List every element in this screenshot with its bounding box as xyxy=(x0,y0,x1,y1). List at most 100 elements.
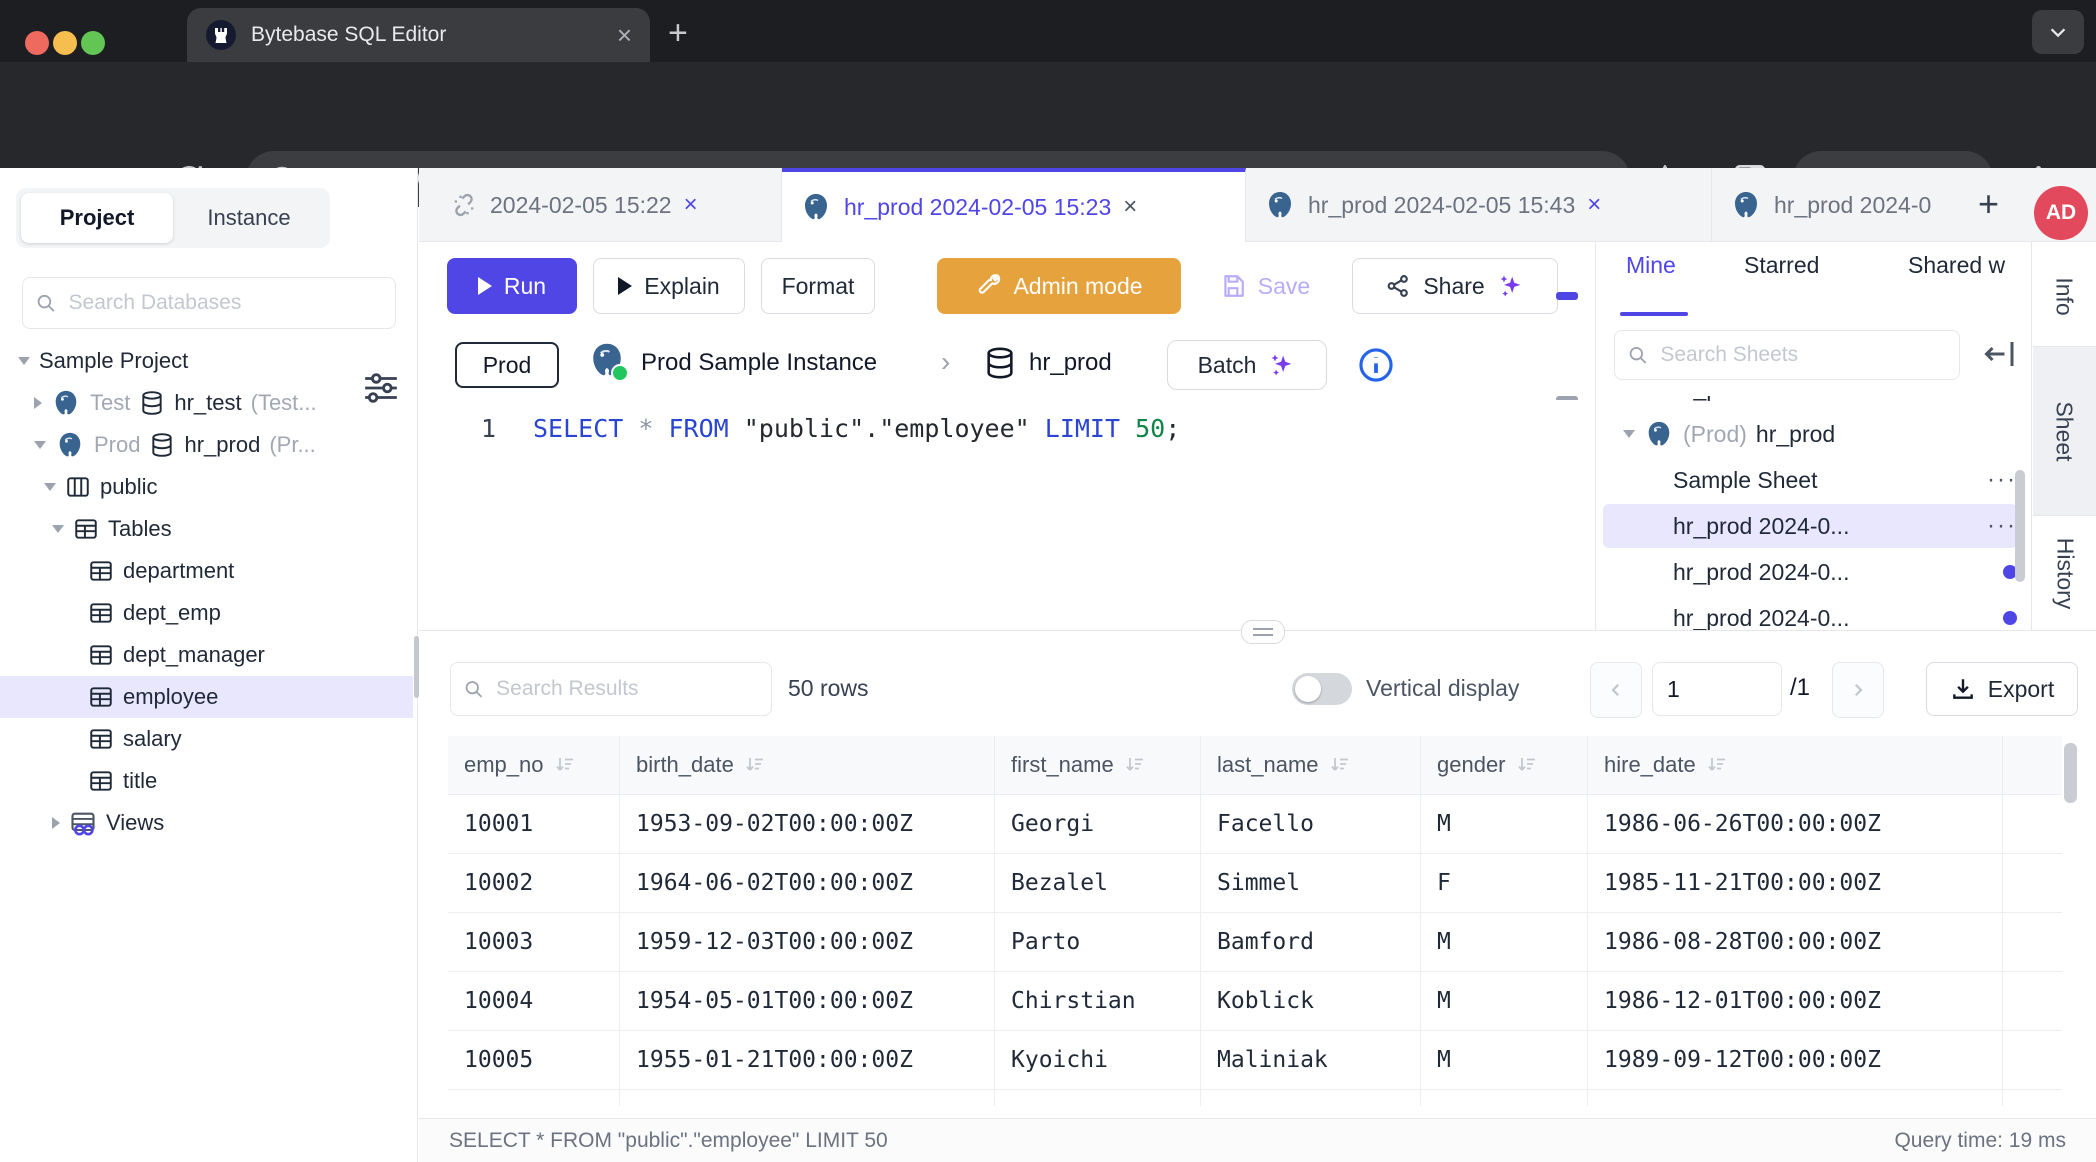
column-header-hire_date[interactable]: hire_date xyxy=(1588,736,2003,794)
sheet-tab-3[interactable]: hr_prod 2024-02-05 15:43 × xyxy=(1246,168,1712,242)
sort-icon[interactable] xyxy=(1124,754,1146,776)
export-button[interactable]: Export xyxy=(1926,662,2078,716)
window-minimize-button[interactable] xyxy=(53,31,77,55)
environment-chip[interactable]: Prod xyxy=(455,342,559,388)
column-header-gender[interactable]: gender xyxy=(1421,736,1588,794)
caret-down-icon[interactable] xyxy=(1623,430,1635,438)
browser-tab-close-icon[interactable]: × xyxy=(617,22,632,48)
instance-name[interactable]: Prod Sample Instance xyxy=(641,349,877,377)
caret-down-icon[interactable] xyxy=(44,483,56,491)
sql-editor[interactable]: 1 SELECT * FROM "public"."employee" LIMI… xyxy=(419,400,1595,630)
next-page-button[interactable] xyxy=(1832,662,1884,718)
tab-starred[interactable]: Starred xyxy=(1744,252,1819,279)
sheet-tab-4-clipped[interactable]: hr_prod 2024-0 xyxy=(1712,168,1968,242)
table-row[interactable]: 100051955-01-21T00:00:00ZKyoichiMaliniak… xyxy=(448,1031,2062,1090)
tree-item-hr-prod[interactable]: Prod hr_prod (Pr... xyxy=(0,424,413,466)
save-button[interactable]: Save xyxy=(1209,262,1321,310)
caret-down-icon[interactable] xyxy=(34,441,46,449)
vertical-display-toggle[interactable] xyxy=(1292,673,1352,705)
collapse-panel-icon[interactable] xyxy=(1982,336,2018,372)
search-results-input[interactable] xyxy=(494,676,759,702)
tree-item-table-salary[interactable]: salary xyxy=(0,718,413,760)
sort-icon[interactable] xyxy=(1706,754,1728,776)
search-sheets-field[interactable] xyxy=(1614,330,1960,380)
table-row[interactable]: 100021964-06-02T00:00:00ZBezalelSimmelF1… xyxy=(448,854,2062,913)
tree-item-table-department[interactable]: department xyxy=(0,550,413,592)
explain-button[interactable]: Explain xyxy=(593,258,745,314)
batch-button[interactable]: Batch xyxy=(1167,340,1327,390)
search-databases-field[interactable] xyxy=(22,277,396,329)
sheet-item-sample-sheet[interactable]: Sample Sheet ··· xyxy=(1603,458,2017,502)
run-button[interactable]: Run xyxy=(447,258,577,314)
window-close-button[interactable] xyxy=(25,31,49,55)
sheet-group-hr-prod[interactable]: (Prod) hr_prod xyxy=(1603,412,2017,456)
side-tab-info[interactable]: Info xyxy=(2033,246,2096,346)
close-tab-icon[interactable]: × xyxy=(1587,191,1601,219)
table-row[interactable]: 100011953-09-02T00:00:00ZGeorgiFacelloM1… xyxy=(448,795,2062,854)
tree-item-sample-project[interactable]: Sample Project xyxy=(0,340,413,382)
postgresql-icon xyxy=(1644,419,1674,449)
panel-splitter-handle[interactable] xyxy=(1241,620,1285,644)
tree-item-table-dept-manager[interactable]: dept_manager xyxy=(0,634,413,676)
sort-icon[interactable] xyxy=(744,754,766,776)
user-avatar[interactable]: AD xyxy=(2034,186,2088,240)
page-number-input[interactable] xyxy=(1665,675,1769,704)
database-name[interactable]: hr_prod xyxy=(1029,349,1112,377)
admin-mode-button[interactable]: Admin mode xyxy=(937,258,1181,314)
tree-item-table-title[interactable]: title xyxy=(0,760,413,802)
browser-tab[interactable]: Bytebase SQL Editor × xyxy=(187,8,650,62)
column-header-emp_no[interactable]: emp_no xyxy=(448,736,620,794)
sheet-item-unsaved[interactable]: hr_prod 2024-0... xyxy=(1603,550,2017,594)
search-results-field[interactable] xyxy=(450,662,772,716)
tree-item-table-dept-emp[interactable]: dept_emp xyxy=(0,592,413,634)
side-tab-history[interactable]: History xyxy=(2033,517,2096,630)
sheet-item-menu-icon[interactable]: ··· xyxy=(1987,512,2017,540)
caret-down-icon[interactable] xyxy=(52,525,64,533)
tree-item-table-employee[interactable]: employee xyxy=(0,676,413,718)
cell-birth_date: 1953-04-20T00:00:00Z xyxy=(620,1090,995,1106)
scrollbar-thumb[interactable] xyxy=(2015,470,2025,582)
sheet-item-unsaved-partial[interactable]: hr_prod 2024-0... xyxy=(1603,596,2017,630)
tab-mine[interactable]: Mine xyxy=(1626,252,1676,279)
close-tab-icon[interactable]: × xyxy=(684,191,698,219)
close-tab-icon[interactable]: × xyxy=(1123,193,1137,221)
grid-scrollbar-thumb[interactable] xyxy=(2064,743,2077,803)
page-number-field[interactable] xyxy=(1652,662,1782,716)
table-row[interactable]: 100061953-04-20T00:00:00ZAnnekePreusigF1… xyxy=(448,1090,2062,1106)
sheet-item-menu-icon[interactable]: ··· xyxy=(1987,466,2017,494)
sort-icon[interactable] xyxy=(1516,754,1538,776)
tree-item-public-schema[interactable]: public xyxy=(0,466,413,508)
tree-item-tables-group[interactable]: Tables xyxy=(0,508,413,550)
caret-down-icon[interactable] xyxy=(18,357,30,365)
side-tab-sheet[interactable]: Sheet xyxy=(2033,346,2096,516)
column-header-last_name[interactable]: last_name xyxy=(1201,736,1421,794)
caret-right-icon[interactable] xyxy=(34,397,42,409)
column-header-first_name[interactable]: first_name xyxy=(995,736,1201,794)
tab-project[interactable]: Project xyxy=(21,193,173,243)
search-databases-input[interactable] xyxy=(67,290,383,316)
sort-icon[interactable] xyxy=(554,754,576,776)
info-icon[interactable] xyxy=(1357,346,1395,384)
sheet-list-item-partial[interactable]: hr_prod 2024-0... xyxy=(1603,396,2017,410)
tab-instance[interactable]: Instance xyxy=(173,193,325,243)
table-row[interactable]: 100041954-05-01T00:00:00ZChirstianKoblic… xyxy=(448,972,2062,1031)
sheet-tab-active[interactable]: hr_prod 2024-02-05 15:23 × xyxy=(782,168,1246,242)
tree-item-views-group[interactable]: Views xyxy=(0,802,413,844)
sort-icon[interactable] xyxy=(1329,754,1351,776)
format-button[interactable]: Format xyxy=(761,258,875,314)
sql-code-line[interactable]: SELECT * FROM "public"."employee" LIMIT … xyxy=(533,414,1180,443)
tree-item-hr-test[interactable]: Test hr_test (Test... xyxy=(0,382,413,424)
column-header-birth_date[interactable]: birth_date xyxy=(620,736,995,794)
new-sheet-tab-button[interactable]: + xyxy=(1978,183,1999,225)
sheet-item-selected[interactable]: hr_prod 2024-0... ··· xyxy=(1603,504,2017,548)
new-tab-button[interactable]: + xyxy=(668,16,688,50)
tab-shared-with-me[interactable]: Shared w xyxy=(1908,252,2005,279)
window-zoom-button[interactable] xyxy=(81,31,105,55)
share-button[interactable]: Share xyxy=(1352,258,1558,314)
tab-search-button[interactable] xyxy=(2032,10,2084,54)
table-row[interactable]: 100031959-12-03T00:00:00ZPartoBamfordM19… xyxy=(448,913,2062,972)
sheet-tab-adhoc[interactable]: 2024-02-05 15:22 × xyxy=(432,168,782,242)
prev-page-button[interactable] xyxy=(1590,662,1642,718)
search-sheets-input[interactable] xyxy=(1658,342,1947,368)
caret-right-icon[interactable] xyxy=(52,817,60,829)
